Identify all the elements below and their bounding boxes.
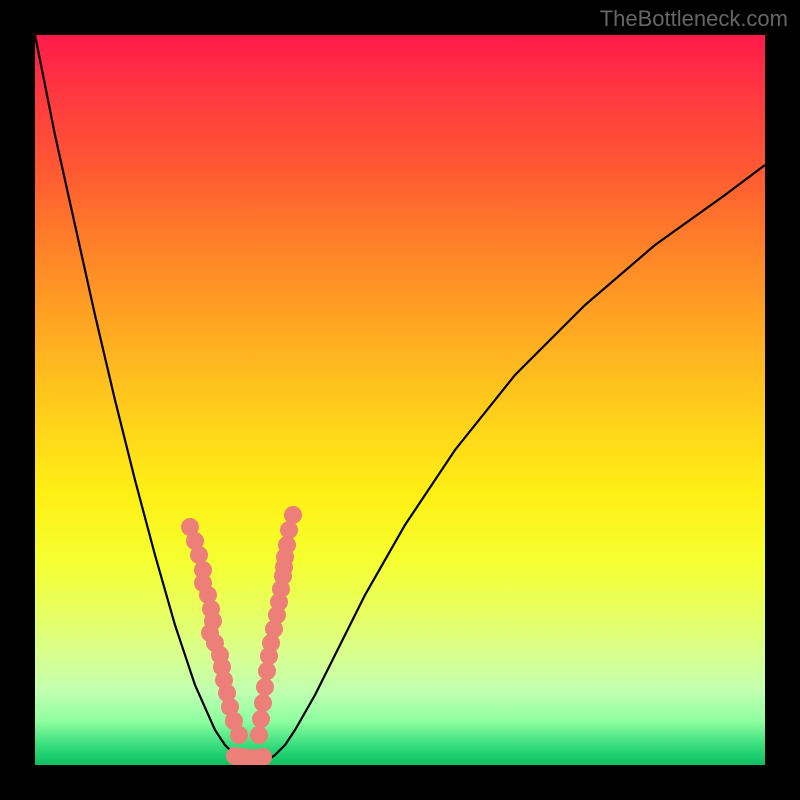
chart-svg: [35, 35, 765, 765]
data-point: [230, 726, 248, 744]
data-dots: [181, 506, 302, 765]
data-point: [254, 694, 272, 712]
data-point: [258, 662, 276, 680]
data-point: [250, 726, 268, 744]
right-curve: [265, 165, 765, 762]
watermark-text: TheBottleneck.com: [600, 6, 788, 32]
data-point: [252, 710, 270, 728]
data-point: [256, 678, 274, 696]
